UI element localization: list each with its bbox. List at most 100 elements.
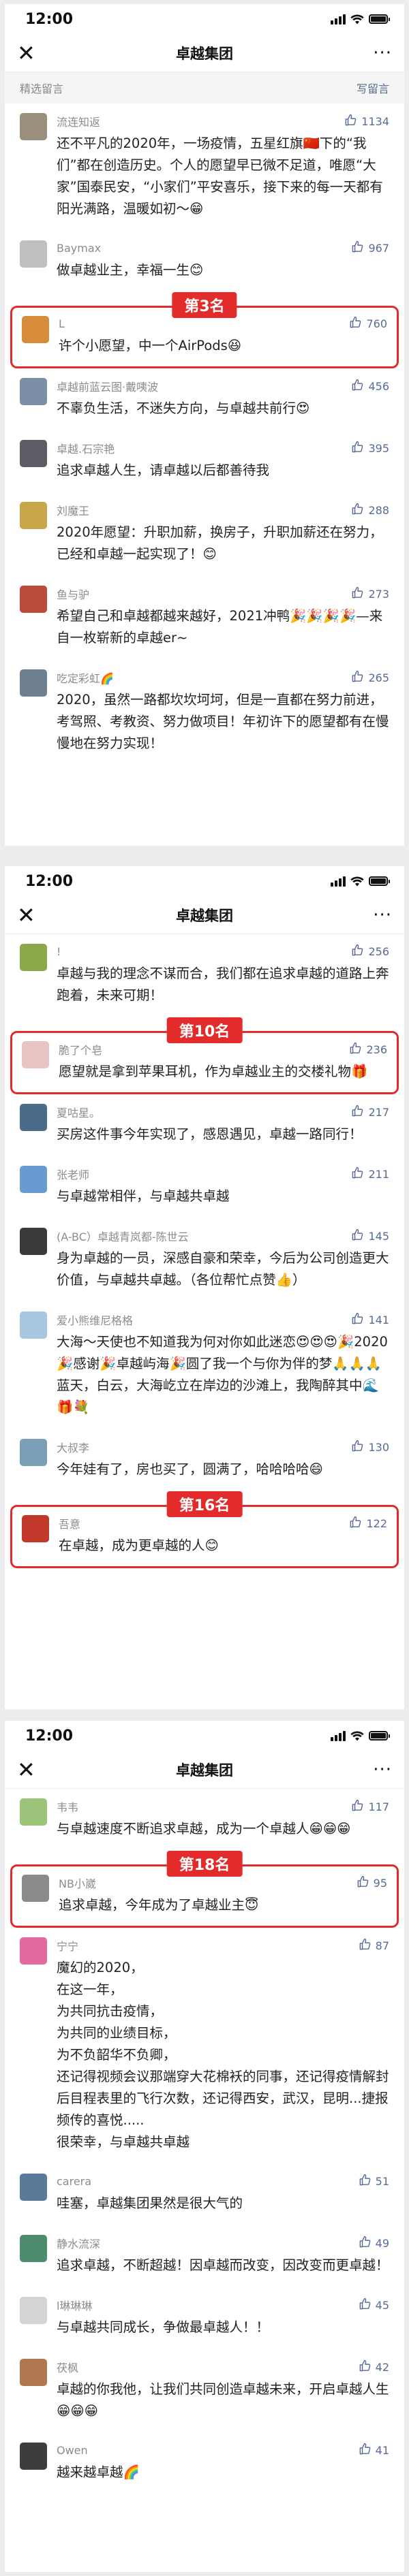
- avatar[interactable]: [22, 1515, 49, 1542]
- comment-body: Owen 41 越来越卓越🌈: [57, 2443, 389, 2483]
- like-count: 265: [368, 671, 389, 684]
- like-button[interactable]: 42: [359, 2359, 389, 2375]
- comment-header: 宁宁 87: [57, 1937, 389, 1954]
- like-button[interactable]: 117: [351, 1799, 389, 1815]
- comment-text: 魔幻的2020， 在这一年， 为共同抗击疫情， 为共同的业绩目标， 为不负韶华不…: [57, 1960, 389, 2150]
- screen-panel-3: 12:00 ✕ 卓越集团 ··· 韦韦 117 与卓越速度不断追求卓越，成为一个卓越人😁😁😁…: [5, 1721, 404, 2572]
- commenter-name: 流连知返: [57, 116, 101, 129]
- thumb-up-icon: [359, 2359, 372, 2375]
- like-count: 145: [368, 1229, 389, 1243]
- comment-body: 吃定彩虹🌈 265 2020，虽然一路都坎坎坷坷，但是一直都在努力前进，考驾照、考教…: [57, 669, 389, 754]
- commenter-name: 韦韦: [57, 1801, 79, 1814]
- like-count: 456: [368, 379, 389, 393]
- comment-body: NB小崴 95 追求卓越，今年成为了卓越业主😇: [59, 1875, 387, 1916]
- like-button[interactable]: 87: [359, 1938, 389, 1954]
- avatar[interactable]: [20, 113, 47, 140]
- comment-item: 卓越.石宗艳 395 追求卓越人生，请卓越以后都善待我: [5, 430, 404, 492]
- comment-header: 张老师 211: [57, 1166, 389, 1182]
- like-button[interactable]: 265: [351, 670, 389, 686]
- like-button[interactable]: 456: [351, 379, 389, 394]
- like-button[interactable]: 41: [359, 2443, 389, 2458]
- close-icon[interactable]: ✕: [17, 1759, 42, 1781]
- avatar[interactable]: [20, 1166, 47, 1193]
- comment-body: 爱小熊维尼格格 141 大海～天使也不知道我为何对你如此迷恋😍😍😍🎉2020🎉感谢🎉…: [57, 1311, 389, 1418]
- comment-body: (A-BC）卓越青岚都-陈世云 145 身为卓越的一员，深感自豪和荣幸，今后为公司创…: [57, 1228, 389, 1291]
- like-button[interactable]: 273: [351, 586, 389, 602]
- like-button[interactable]: 141: [351, 1312, 389, 1328]
- comment-body: L 760 许个小愿望，中一个AirPods😆: [59, 316, 387, 357]
- battery-icon: [369, 14, 390, 24]
- comment-header: Baymax 967: [57, 240, 389, 256]
- avatar[interactable]: [20, 1937, 47, 1965]
- comment-item: Owen 41 越来越卓越🌈: [5, 2433, 404, 2494]
- avatar[interactable]: [20, 2443, 47, 2470]
- more-icon[interactable]: ···: [367, 905, 392, 925]
- avatar[interactable]: [20, 240, 47, 268]
- comment-header: 吾意 122: [59, 1515, 387, 1531]
- rank-badge: 第18名: [166, 1851, 243, 1877]
- avatar[interactable]: [22, 1875, 49, 1902]
- avatar[interactable]: [22, 316, 49, 343]
- like-button[interactable]: 395: [351, 441, 389, 456]
- like-button[interactable]: 145: [351, 1228, 389, 1244]
- avatar[interactable]: [20, 1311, 47, 1339]
- close-icon[interactable]: ✕: [17, 904, 42, 926]
- comment-text: 不辜负生活，不迷失方向，与卓越共前行😍: [57, 400, 310, 416]
- like-button[interactable]: 95: [357, 1875, 387, 1891]
- like-button[interactable]: 211: [351, 1166, 389, 1182]
- like-button[interactable]: 236: [349, 1042, 387, 1058]
- like-button[interactable]: 122: [349, 1516, 387, 1531]
- like-button[interactable]: 51: [359, 2174, 389, 2189]
- write-comment-link[interactable]: 写留言: [357, 80, 389, 96]
- like-button[interactable]: 288: [351, 503, 389, 518]
- close-icon[interactable]: ✕: [17, 42, 42, 64]
- like-button[interactable]: 49: [359, 2236, 389, 2251]
- avatar[interactable]: [20, 1228, 47, 1255]
- avatar[interactable]: [20, 586, 47, 613]
- like-count: 130: [368, 1440, 389, 1454]
- comment-header: 静水流深 49: [57, 2235, 389, 2251]
- avatar[interactable]: [20, 944, 47, 971]
- thumb-up-icon: [351, 1228, 364, 1244]
- avatar[interactable]: [20, 669, 47, 697]
- more-icon[interactable]: ···: [367, 1760, 392, 1780]
- rank-badge: 第16名: [166, 1491, 243, 1517]
- avatar[interactable]: [20, 2174, 47, 2201]
- more-icon[interactable]: ···: [367, 43, 392, 63]
- section-title: 精选留言: [20, 82, 64, 95]
- avatar[interactable]: [20, 1439, 47, 1466]
- comment-text: 追求卓越，今年成为了卓越业主😇: [59, 1897, 259, 1913]
- thumb-up-icon: [359, 2443, 372, 2458]
- signal-icon: [331, 876, 346, 887]
- avatar[interactable]: [20, 378, 47, 405]
- comment-header: L 760: [59, 316, 387, 332]
- like-button[interactable]: 760: [349, 316, 387, 332]
- like-button[interactable]: 1134: [344, 114, 389, 129]
- thumb-up-icon: [351, 944, 364, 959]
- avatar[interactable]: [22, 1041, 49, 1068]
- avatar[interactable]: [20, 440, 47, 467]
- page-title: 卓越集团: [176, 1762, 233, 1779]
- system-icons: [331, 876, 390, 887]
- comment-text: 卓越的你我他，让我们共同创造卓越未来，开启卓越人生😁😁😁: [57, 2381, 389, 2419]
- avatar[interactable]: [20, 2235, 47, 2262]
- avatar[interactable]: [20, 2297, 47, 2324]
- like-count: 41: [375, 2444, 389, 2457]
- thumb-up-icon: [359, 2297, 372, 2313]
- avatar[interactable]: [20, 1798, 47, 1826]
- avatar[interactable]: [20, 2359, 47, 2386]
- wifi-icon: [350, 876, 364, 887]
- comment-body: 张老师 211 与卓越常相伴，与卓越共卓越: [57, 1166, 389, 1207]
- like-button[interactable]: 256: [351, 944, 389, 959]
- like-button[interactable]: 217: [351, 1104, 389, 1120]
- commenter-name: carera: [57, 2175, 92, 2188]
- comment-text: 大海～天使也不知道我为何对你如此迷恋😍😍😍🎉2020🎉感谢🎉卓越屿海🎉圆了我一个…: [57, 1334, 388, 1415]
- like-button[interactable]: 967: [351, 240, 389, 256]
- like-button[interactable]: 45: [359, 2297, 389, 2313]
- avatar[interactable]: [20, 502, 47, 529]
- avatar[interactable]: [20, 1104, 47, 1131]
- like-button[interactable]: 130: [351, 1440, 389, 1455]
- status-time: 12:00: [25, 872, 74, 890]
- like-count: 51: [375, 2175, 389, 2188]
- thumb-up-icon: [351, 1799, 364, 1815]
